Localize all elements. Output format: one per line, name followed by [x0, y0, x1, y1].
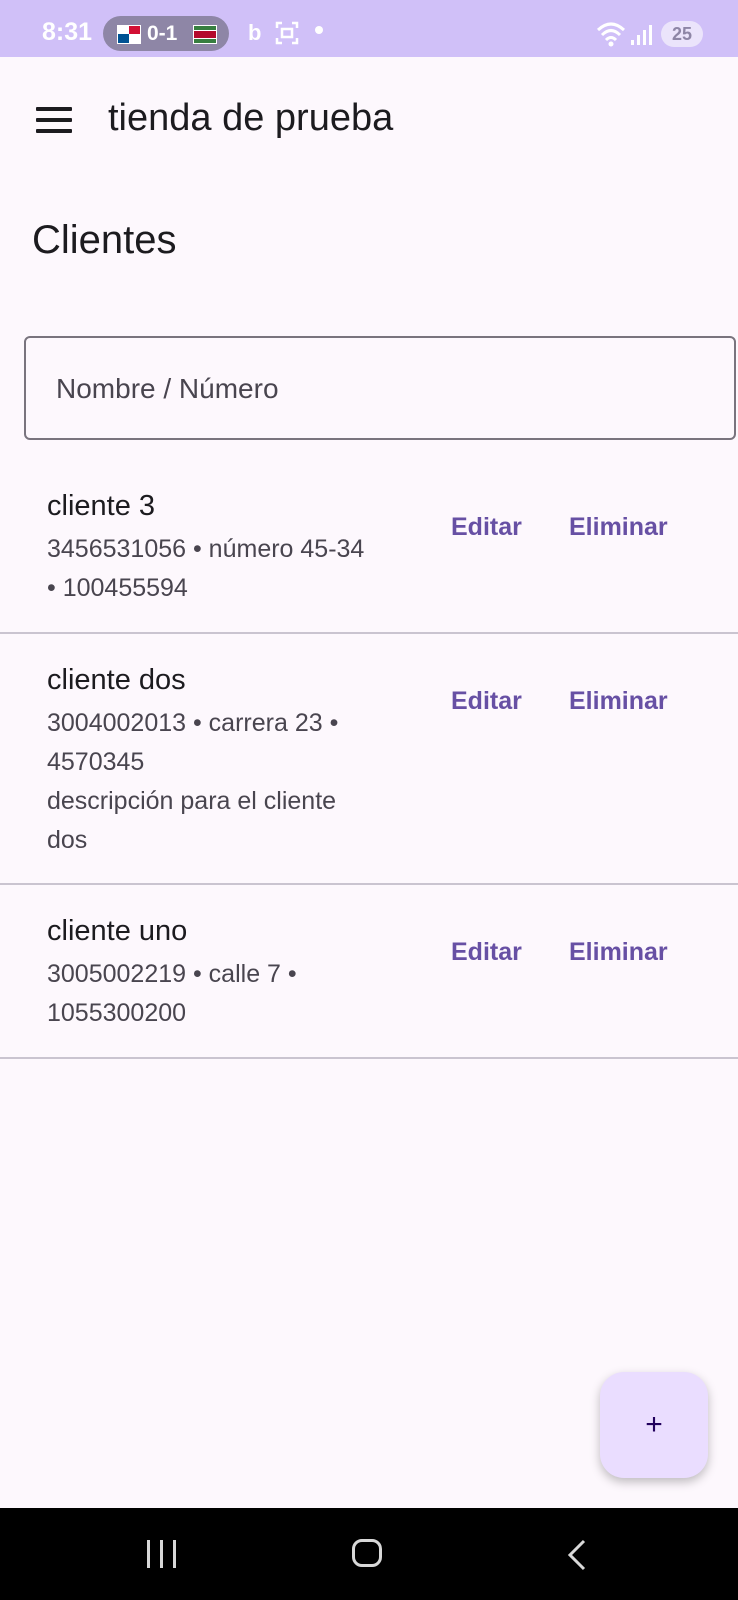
edit-button[interactable]: Editar [451, 938, 522, 967]
menu-icon[interactable] [36, 107, 72, 133]
search-input[interactable] [54, 360, 708, 418]
list-item: cliente dos 3004002013 • carrera 23 • 45… [0, 634, 738, 885]
signal-icon [631, 25, 652, 45]
wifi-icon [596, 22, 626, 47]
status-bar: 8:31 0-1 b 25 [0, 0, 738, 57]
search-field[interactable] [24, 336, 736, 440]
back-icon[interactable] [566, 1539, 588, 1571]
edit-button[interactable]: Editar [451, 513, 522, 542]
delete-button[interactable]: Eliminar [569, 687, 668, 716]
client-description-line: dos [47, 826, 88, 854]
list-item: cliente 3 3456531056 • número 45-34 • 10… [0, 460, 738, 634]
client-detail-line: • 100455594 [47, 574, 188, 602]
client-detail-line: 3004002013 • carrera 23 • [47, 709, 339, 737]
client-name: cliente dos [47, 664, 186, 696]
bing-icon: b [248, 20, 262, 45]
delete-button[interactable]: Eliminar [569, 938, 668, 967]
navigation-bar [0, 1508, 738, 1600]
client-detail-line: 4570345 [47, 748, 145, 776]
delete-button[interactable]: Eliminar [569, 513, 668, 542]
list-item: cliente uno 3005002219 • calle 7 • 10553… [0, 885, 738, 1059]
battery-icon: 25 [661, 21, 703, 47]
client-detail: 3005002219 • calle 7 • 1055300200 [47, 955, 407, 1033]
client-detail: 3456531056 • número 45-34 • 100455594 [47, 530, 407, 608]
home-icon[interactable] [352, 1539, 382, 1567]
page-title: Clientes [32, 218, 177, 262]
app-bar: tienda de prueba [0, 57, 738, 181]
status-time: 8:31 [42, 18, 93, 46]
client-detail-line: 3005002219 • calle 7 • [47, 960, 297, 988]
score-notification: 0-1 [103, 16, 229, 51]
screenshot-icon [275, 21, 299, 45]
client-detail-line: 1055300200 [47, 999, 187, 1027]
client-name: cliente 3 [47, 490, 156, 522]
client-list: cliente 3 3456531056 • número 45-34 • 10… [0, 460, 738, 1059]
notification-dot-icon [315, 26, 323, 34]
add-client-button[interactable]: + [600, 1372, 708, 1478]
flag-panama-icon [117, 25, 141, 44]
app-title: tienda de prueba [108, 97, 394, 139]
client-name: cliente uno [47, 915, 188, 947]
flag-suriname-icon [193, 25, 217, 44]
edit-button[interactable]: Editar [451, 687, 522, 716]
recent-apps-icon[interactable] [147, 1540, 177, 1568]
client-description-line: descripción para el cliente [47, 787, 337, 815]
score-text: 0-1 [147, 22, 178, 45]
client-detail-line: 3456531056 • número 45-34 [47, 535, 365, 563]
client-detail: 3004002013 • carrera 23 • 4570345 descri… [47, 704, 407, 860]
